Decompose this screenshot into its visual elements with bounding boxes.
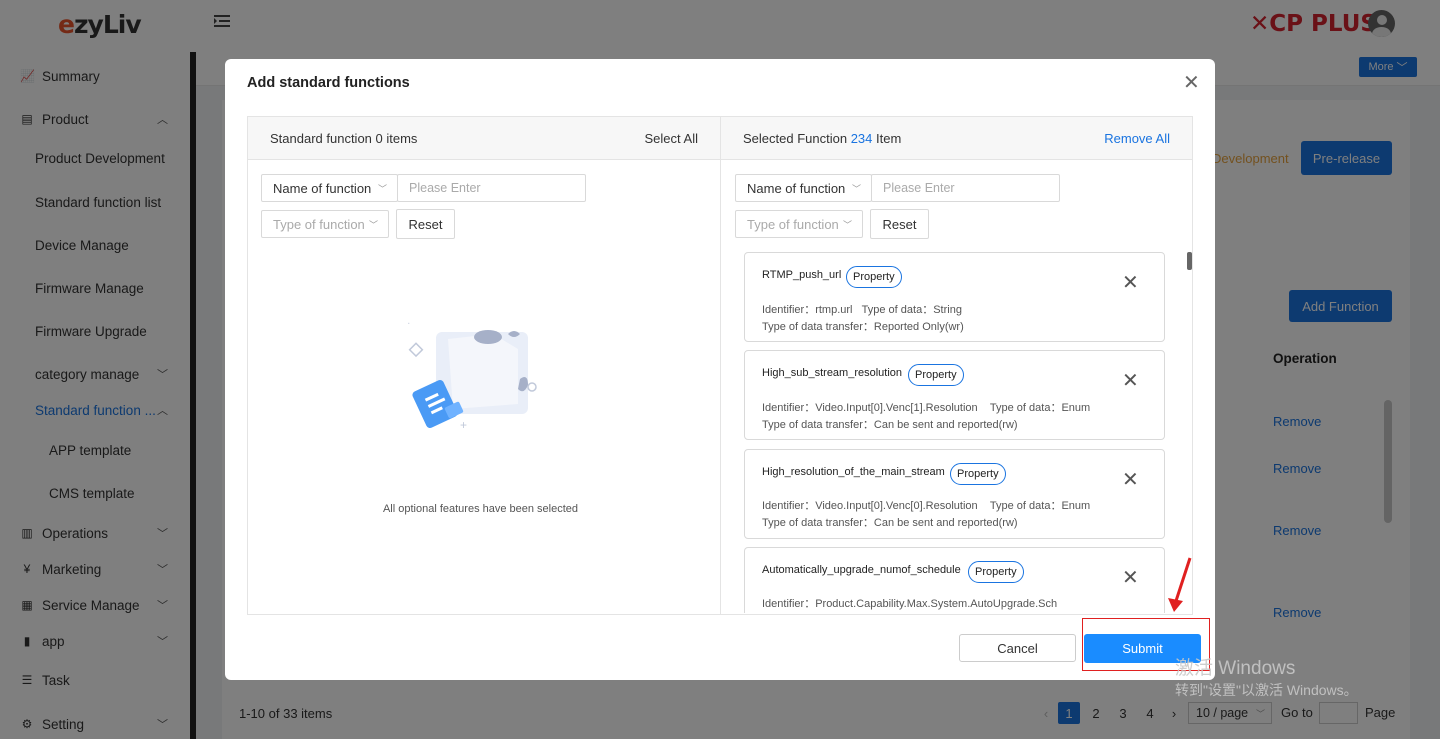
search-input[interactable]: Please Enter (871, 174, 1060, 202)
data-type: Type of data：Enum (989, 402, 1091, 414)
property-tag: Property (846, 266, 902, 288)
data-transfer: Type of data transfer：Can be sent and re… (762, 517, 1018, 529)
chevron-down-icon: ﹀ (368, 219, 378, 230)
type-of-function-select[interactable]: Type of function ﹀ (261, 210, 389, 238)
close-icon[interactable]: ✕ (1122, 273, 1139, 293)
panel-header: Standard function 0 items Select All (248, 117, 720, 160)
name-of-function-select[interactable]: Name of function ﹀ (735, 174, 872, 202)
scrollbar[interactable] (1187, 252, 1192, 270)
windows-watermark: 激活 Windows (1175, 658, 1296, 679)
arrow-icon (1168, 557, 1192, 612)
empty-state-text: All optional features have been selected (382, 503, 579, 515)
close-icon[interactable]: ✕ (1122, 371, 1139, 391)
available-functions-panel: Standard function 0 items Select All Nam… (247, 116, 721, 615)
close-icon[interactable]: ✕ (1183, 73, 1200, 93)
selected-function-card: High_sub_stream_resolution Property ✕ Id… (744, 350, 1165, 440)
identifier: Identifier：rtmp.url (762, 304, 853, 316)
reset-button[interactable]: Reset (870, 209, 929, 239)
identifier: Identifier：Video.Input[0].Venc[1].Resolu… (762, 402, 978, 414)
remove-all-link[interactable]: Remove All (1104, 131, 1170, 146)
panel-header: Selected Function 234 Item Remove All (721, 117, 1192, 160)
data-transfer: Type of data transfer：Can be sent and re… (762, 419, 1018, 431)
function-name: Automatically_upgrade_numof_schedule (762, 564, 961, 576)
chevron-down-icon: ﹀ (842, 219, 852, 230)
data-type: Type of data：Enum (989, 500, 1091, 512)
property-tag: Property (950, 463, 1006, 485)
add-standard-functions-dialog: Add standard functions ✕ Standard functi… (225, 59, 1215, 680)
cancel-button[interactable]: Cancel (959, 634, 1076, 662)
identifier: Identifier：Video.Input[0].Venc[0].Resolu… (762, 500, 978, 512)
property-tag: Property (968, 561, 1024, 583)
close-icon[interactable]: ✕ (1122, 568, 1139, 588)
data-transfer: Type of data transfer：Reported Only(wr) (762, 321, 964, 333)
chevron-down-icon: ﹀ (377, 183, 387, 194)
svg-text:+: + (460, 418, 467, 432)
function-name: RTMP_push_url (762, 269, 842, 281)
search-input[interactable]: Please Enter (397, 174, 586, 202)
selected-function-card: High_resolution_of_the_main_stream Prope… (744, 449, 1165, 539)
chevron-down-icon: ﹀ (851, 183, 861, 194)
close-icon[interactable]: ✕ (1122, 470, 1139, 490)
type-of-function-select[interactable]: Type of function ﹀ (735, 210, 863, 238)
item-count: 234 (850, 131, 873, 146)
function-name: High_resolution_of_the_main_stream (762, 466, 945, 478)
selected-function-card: Automatically_upgrade_numof_schedule Pro… (744, 547, 1165, 613)
property-tag: Property (908, 364, 964, 386)
item-count: 0 (375, 131, 383, 146)
svg-text:+: + (408, 319, 410, 330)
function-name: High_sub_stream_resolution (762, 367, 903, 379)
identifier: Identifier：Product.Capability.Max.System… (762, 598, 1058, 610)
selected-function-card: RTMP_push_url Property ✕ Identifier：rtmp… (744, 252, 1165, 342)
empty-illustration: + + (408, 319, 537, 432)
data-type: Type of data：String (861, 304, 962, 316)
name-of-function-select[interactable]: Name of function ﹀ (261, 174, 398, 202)
select-all-link[interactable]: Select All (645, 131, 698, 146)
dialog-title: Add standard functions (247, 75, 410, 91)
reset-button[interactable]: Reset (396, 209, 455, 239)
windows-watermark-sub: 转到"设置"以激活 Windows。 (1175, 682, 1358, 698)
